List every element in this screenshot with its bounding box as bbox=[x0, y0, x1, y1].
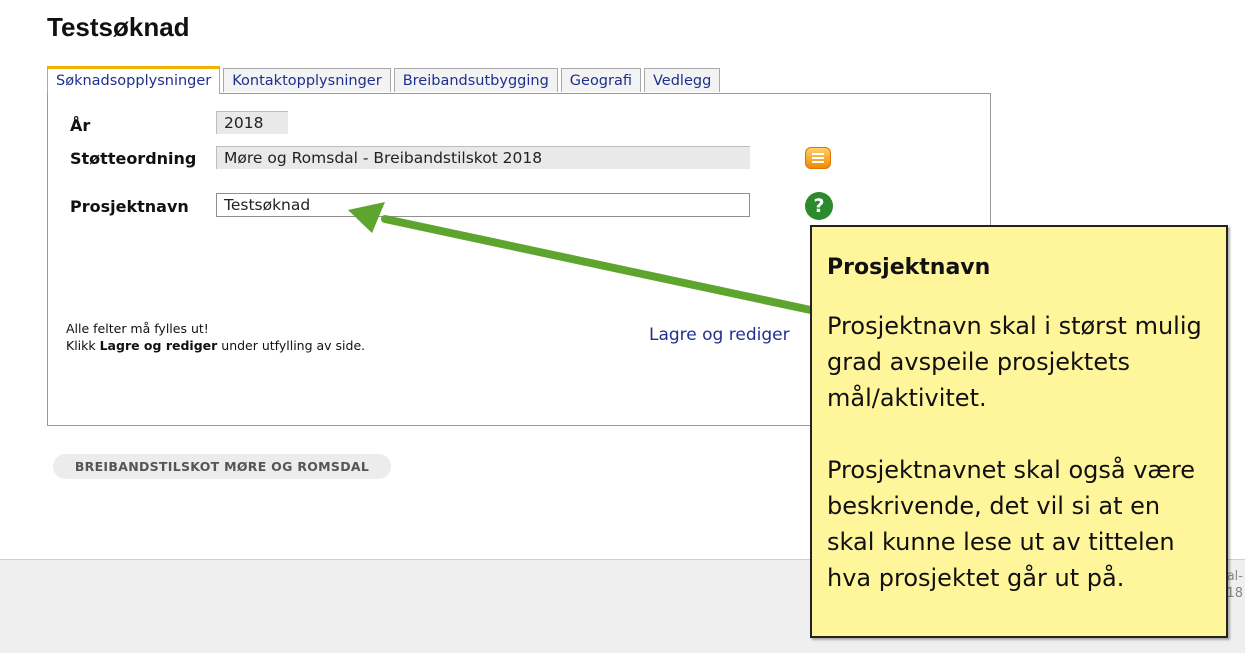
document-list-icon[interactable] bbox=[805, 147, 831, 169]
note-line-2: Klikk Lagre og rediger under utfylling a… bbox=[66, 338, 366, 353]
save-and-edit-link[interactable]: Lagre og rediger bbox=[649, 325, 790, 345]
footer-text-fragment-2: 18 bbox=[1226, 586, 1243, 601]
callout-title: Prosjektnavn bbox=[827, 255, 991, 280]
callout-paragraph-2: Prosjektnavnet skal også være beskrivend… bbox=[827, 456, 1196, 592]
tab-bar: Søknadsopplysninger Kontaktopplysninger … bbox=[47, 66, 721, 94]
tooltip-callout: Prosjektnavn Prosjektnavn skal i størst … bbox=[810, 225, 1228, 638]
scheme-label: Støtteordning bbox=[70, 149, 197, 168]
year-label: År bbox=[70, 116, 91, 135]
project-name-input[interactable]: Testsøknad bbox=[216, 193, 750, 217]
form-note: Alle felter må fylles ut! Klikk Lagre og… bbox=[66, 320, 365, 354]
scheme-badge: BREIBANDSTILSKOT MØRE OG ROMSDAL bbox=[53, 454, 391, 479]
tab-soknadsopplysninger[interactable]: Søknadsopplysninger bbox=[47, 66, 221, 94]
callout-paragraph-1: Prosjektnavn skal i størst mulig grad av… bbox=[827, 312, 1202, 412]
scheme-field: Møre og Romsdal - Breibandstilskot 2018 bbox=[216, 146, 750, 169]
footer-text-fragment-1: al- bbox=[1226, 569, 1243, 584]
page-title: Testsøknad bbox=[47, 12, 190, 42]
help-icon[interactable]: ? bbox=[805, 192, 833, 220]
note-line-1: Alle felter må fylles ut! bbox=[66, 321, 209, 336]
tab-geografi[interactable]: Geografi bbox=[560, 68, 641, 92]
year-field: 2018 bbox=[216, 111, 288, 134]
tab-vedlegg[interactable]: Vedlegg bbox=[644, 68, 721, 92]
project-name-label: Prosjektnavn bbox=[70, 197, 189, 216]
tab-breibandsutbygging[interactable]: Breibandsutbygging bbox=[393, 68, 558, 92]
tab-kontaktopplysninger[interactable]: Kontaktopplysninger bbox=[223, 68, 391, 92]
